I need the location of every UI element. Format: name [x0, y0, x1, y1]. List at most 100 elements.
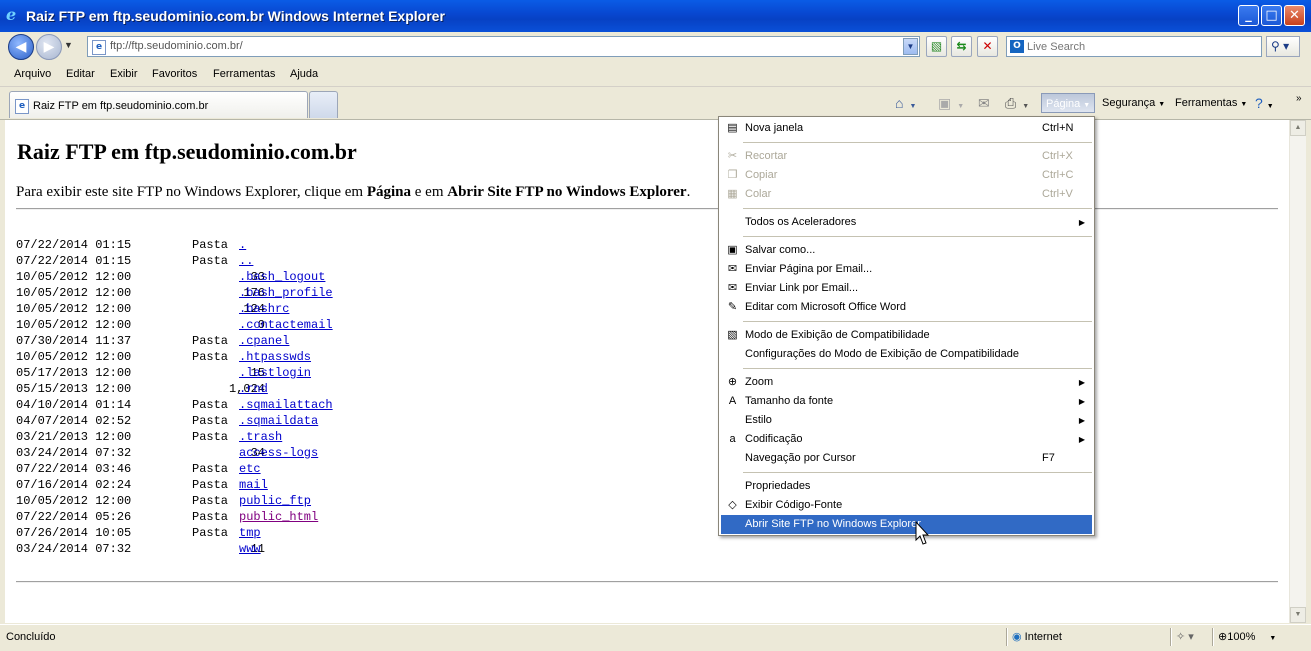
recent-pages-dropdown[interactable]: ▼	[64, 40, 73, 50]
menu-item-tamanho-da-fonte[interactable]: A Tamanho da fonte ▶	[721, 392, 1092, 411]
entry-link[interactable]: .trash	[239, 429, 282, 445]
zoom-control[interactable]: ⊕100% ▼	[1218, 630, 1276, 643]
menu-arquivo[interactable]: Arquivo	[14, 68, 51, 80]
address-bar[interactable]: e ftp://ftp.seudominio.com.br/ ▼	[87, 36, 920, 57]
menu-ajuda[interactable]: Ajuda	[290, 68, 318, 80]
menu-item-enviar-link-por-email[interactable]: ✉ Enviar Link por Email...	[721, 279, 1092, 298]
new-tab-button[interactable]	[309, 91, 338, 118]
menu-item-label: Todos os Aceleradores	[745, 216, 857, 228]
menu-item-zoom[interactable]: ⊕ Zoom ▶	[721, 373, 1092, 392]
menu-item-modo-de-exibicao-de-compatibilidade[interactable]: ▧ Modo de Exibição de Compatibilidade	[721, 326, 1092, 345]
menu-item-salvar-como[interactable]: ▣ Salvar como...	[721, 241, 1092, 260]
command-bar-chevron-icon[interactable]: »	[1296, 89, 1302, 109]
menu-item-shortcut: Ctrl+V	[1042, 188, 1073, 200]
entry-link[interactable]: .cpanel	[239, 333, 289, 349]
scroll-up-icon[interactable]: ▲	[1290, 120, 1306, 136]
menu-item-label: Salvar como...	[745, 244, 816, 256]
scroll-down-icon[interactable]: ▼	[1290, 607, 1306, 623]
refresh-icon[interactable]: ⇆	[951, 36, 972, 57]
address-dropdown-icon[interactable]: ▼	[903, 38, 918, 55]
menu-item-label: Enviar Página por Email...	[745, 263, 873, 275]
page-icon: e	[92, 40, 106, 55]
entry-link[interactable]: .	[239, 237, 246, 253]
page-content: Raiz FTP em ftp.seudominio.com.br Para e…	[5, 120, 1289, 623]
entry-link[interactable]: www	[239, 541, 261, 557]
ie-logo-icon: e	[6, 5, 17, 24]
search-box[interactable]: O	[1006, 36, 1262, 57]
protected-mode-icon[interactable]: ✧ ▾	[1176, 630, 1194, 643]
entry-link[interactable]: mail	[239, 477, 268, 493]
print-icon[interactable]: ⎙ ▼	[1005, 93, 1029, 113]
entry-link[interactable]: .bash_logout	[239, 269, 325, 285]
menu-editar[interactable]: Editar	[66, 68, 95, 80]
status-separator	[1212, 628, 1214, 646]
entry-link[interactable]: .sqmaildata	[239, 413, 318, 429]
zoom-level: 100%	[1227, 631, 1256, 643]
address-url: ftp://ftp.seudominio.com.br/	[110, 40, 243, 52]
minimize-button[interactable]: _	[1238, 5, 1259, 26]
edit-icon: ✎	[727, 301, 738, 313]
intro-part-1: Para exibir este site FTP no Windows Exp…	[16, 184, 367, 200]
menu-separator	[743, 368, 1092, 369]
help-icon[interactable]: ? ▼	[1255, 93, 1274, 113]
menu-ferramentas[interactable]: Ferramentas	[213, 68, 275, 80]
menu-item-editar-com-microsoft-office-word[interactable]: ✎ Editar com Microsoft Office Word	[721, 298, 1092, 317]
entry-link[interactable]: .rnd	[239, 381, 268, 397]
ferramentas-menu-button[interactable]: Ferramentas ▼	[1175, 93, 1247, 113]
entry-link[interactable]: access-logs	[239, 445, 318, 461]
search-input[interactable]	[1027, 39, 1257, 54]
entry-link[interactable]: public_ftp	[239, 493, 311, 509]
vertical-scrollbar[interactable]: ▲ ▼	[1289, 120, 1306, 623]
menu-exibir[interactable]: Exibir	[110, 68, 138, 80]
menu-separator	[743, 321, 1092, 322]
tab-row: e Raiz FTP em ftp.seudominio.com.br ⌂ ▼ ▣…	[0, 87, 1311, 120]
tab-ftp-root[interactable]: e Raiz FTP em ftp.seudominio.com.br	[9, 91, 308, 118]
pagina-menu-button[interactable]: Página ▼	[1041, 93, 1095, 113]
menu-item-configuracoes-do-modo-de-exibicao-de-compatibilidade[interactable]: Configurações do Modo de Exibição de Com…	[721, 345, 1092, 364]
menu-item-estilo[interactable]: Estilo ▶	[721, 411, 1092, 430]
compatibility-view-icon[interactable]: ▧	[926, 36, 947, 57]
entry-link[interactable]: .htpasswds	[239, 349, 311, 365]
menu-item-nova-janela[interactable]: ▤ Nova janela Ctrl+N	[721, 119, 1092, 138]
back-button[interactable]: ◀	[8, 34, 34, 60]
home-icon[interactable]: ⌂ ▼	[895, 93, 916, 113]
menu-item-abrir-site-ftp-no-windows-explorer[interactable]: Abrir Site FTP no Windows Explorer	[721, 515, 1092, 534]
entry-date: 10/05/2012 12:00	[16, 494, 132, 508]
menu-item-label: Copiar	[745, 169, 778, 181]
menu-item-todos-os-aceleradores[interactable]: Todos os Aceleradores ▶	[721, 213, 1092, 232]
entry-link[interactable]: ..	[239, 253, 253, 269]
entry-link[interactable]: .contactemail	[239, 317, 333, 333]
menu-item-codificacao[interactable]: a Codificação ▶	[721, 430, 1092, 449]
seguranca-menu-button[interactable]: Segurança ▼	[1102, 93, 1165, 113]
menu-item-navegacao-por-cursor[interactable]: Navegação por Cursor F7	[721, 449, 1092, 468]
stop-icon[interactable]: ✕	[977, 36, 998, 57]
entry-link[interactable]: .bash_profile	[239, 285, 333, 301]
entry-link[interactable]: public_html	[239, 509, 318, 525]
close-button[interactable]: ✕	[1284, 5, 1305, 26]
live-search-logo-icon: O	[1010, 40, 1024, 53]
page-title: Raiz FTP em ftp.seudominio.com.br	[17, 139, 357, 164]
read-mail-icon[interactable]: ✉	[978, 93, 990, 113]
entry-type: Pasta	[192, 398, 229, 412]
submenu-arrow-icon: ▶	[1078, 397, 1085, 406]
mouse-cursor-icon	[915, 521, 929, 545]
menu-item-enviar-pagina-por-email[interactable]: ✉ Enviar Página por Email...	[721, 260, 1092, 279]
menu-item-exibir-codigo-fonte[interactable]: ◇ Exibir Código-Fonte	[721, 496, 1092, 515]
security-zone[interactable]: ◉ Internet	[1012, 630, 1062, 643]
menu-favoritos[interactable]: Favoritos	[152, 68, 197, 80]
entry-link[interactable]: tmp	[239, 525, 261, 541]
forward-button[interactable]: ▶	[36, 34, 62, 60]
compat-icon: ▧	[727, 329, 738, 341]
entry-link[interactable]: .bashrc	[239, 301, 289, 317]
menu-item-propriedades[interactable]: Propriedades	[721, 477, 1092, 496]
maximize-button[interactable]: □	[1261, 5, 1282, 26]
menu-item-colar: ▦ Colar Ctrl+V	[721, 185, 1092, 204]
entry-link[interactable]: .sqmailattach	[239, 397, 333, 413]
menu-item-label: Codificação	[745, 433, 803, 445]
entry-link[interactable]: .lastlogin	[239, 365, 311, 381]
feeds-icon[interactable]: ▣ ▼	[938, 93, 964, 113]
entry-date: 10/05/2012 12:00	[16, 286, 132, 300]
entry-type: Pasta	[192, 238, 229, 252]
entry-link[interactable]: etc	[239, 461, 261, 477]
search-button[interactable]: ⚲ ▾	[1266, 36, 1300, 57]
